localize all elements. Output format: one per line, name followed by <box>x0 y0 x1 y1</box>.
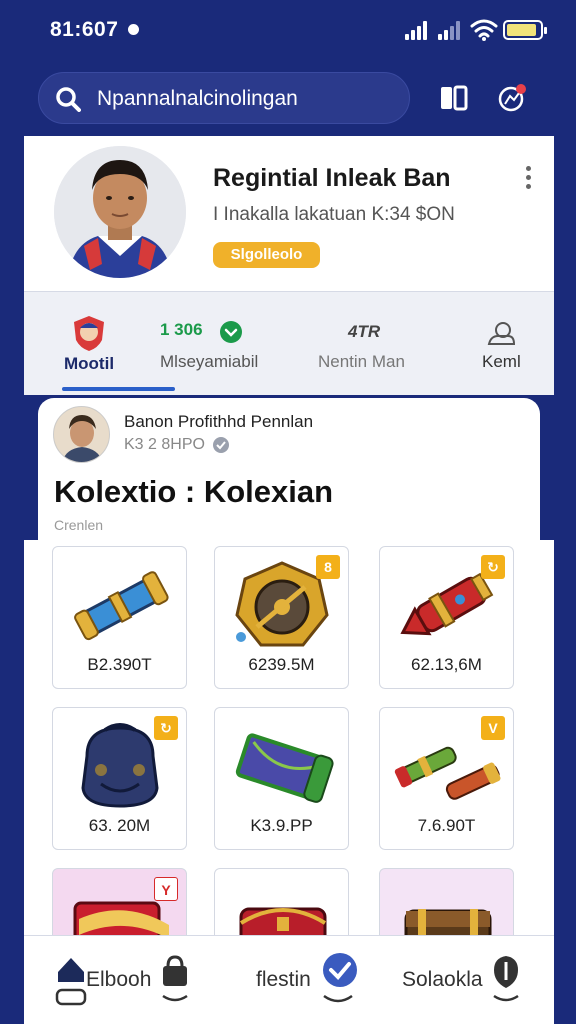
tab-nentin-man[interactable]: 4TR Nentin Man <box>318 292 428 392</box>
profile-subtitle: I Inakalla lakatuan K:34 $ON <box>213 204 455 225</box>
collection-title: Kolextio : Kolexian <box>54 474 334 509</box>
item-price: B2.390T <box>87 655 152 674</box>
item-card[interactable]: ↻ 62.13,6M <box>379 546 514 689</box>
owner-subtitle: K3 2 8HPO <box>124 436 205 453</box>
columns-icon[interactable] <box>438 82 470 114</box>
stats-tabs: Mootil 1 306 Mlseyamiabil 4TR Nentin Man… <box>24 291 554 395</box>
item-price: 63. 20M <box>88 816 151 835</box>
tab-value: 4TR <box>348 322 381 341</box>
search-input[interactable]: Npannalnalcinolingan <box>97 87 298 111</box>
tab-label: Nentin Man <box>318 352 405 371</box>
check-badge-icon <box>323 953 357 1003</box>
more-options-icon[interactable] <box>524 166 532 190</box>
tab-keml[interactable]: Keml <box>476 292 536 392</box>
nav-label: Solaokla <box>402 968 483 991</box>
nav-label: Elbooh <box>86 968 152 991</box>
nav-item-flestin[interactable]: flestin <box>256 936 386 1024</box>
notification-dot-icon <box>128 24 139 35</box>
owner-name: Banon Profithhd Pennlan <box>124 412 314 431</box>
wifi-icon <box>470 19 498 41</box>
signal-icon <box>405 20 431 40</box>
notification-bell-icon[interactable] <box>496 82 528 114</box>
item-card[interactable]: B2.390T <box>52 546 187 689</box>
item-badge: ↻ <box>481 555 505 579</box>
item-badge: Y <box>154 877 178 901</box>
nav-item-elbooh[interactable]: Elbooh <box>50 936 200 1024</box>
item-badge: 8 <box>316 555 340 579</box>
item-card[interactable]: K3.9.PP <box>214 707 349 850</box>
shield-crest-icon <box>74 316 104 351</box>
profile-outline-icon <box>487 322 516 345</box>
battery-icon <box>503 20 547 40</box>
tab-label: Mlseyamiabil <box>160 352 259 371</box>
blue-cannon-icon <box>74 571 169 641</box>
tab-value: 1 306 <box>160 320 203 339</box>
profile-avatar[interactable] <box>54 146 186 278</box>
green-scroll-icon <box>235 733 334 803</box>
signal-secondary-icon <box>438 20 464 40</box>
status-time: 81:607 <box>50 18 119 41</box>
nav-item-solaokla[interactable]: Solaokla <box>402 936 542 1024</box>
item-card[interactable]: 8 6239.5M <box>214 546 349 689</box>
item-price: 7.6.90T <box>417 816 476 835</box>
profile-card: Regintial Inleak Ban I Inakalla lakatuan… <box>24 136 554 291</box>
tab-mootil[interactable]: Mootil <box>54 292 164 392</box>
home-icon <box>55 958 87 1006</box>
item-price: K3.9.PP <box>250 816 313 835</box>
tab-label: Mootil <box>64 354 115 373</box>
item-price: 6239.5M <box>248 655 315 674</box>
lock-icon <box>162 955 188 1002</box>
search-icon <box>56 87 81 112</box>
item-card[interactable]: V 7.6.90T <box>379 707 514 850</box>
item-badge: V <box>481 716 505 740</box>
items-grid: B2.390T 8 6239.5M ↻ 62.13,6M ↻ 63. 20M K… <box>24 540 554 1011</box>
collection-subtitle: Crenlen <box>54 517 104 533</box>
owner-avatar[interactable] <box>53 406 110 463</box>
active-tab-indicator <box>62 387 175 391</box>
profile-status-badge: Slgolleolo <box>213 242 320 268</box>
item-card[interactable]: ↻ 63. 20M <box>52 707 187 850</box>
bottom-navigation: Elbooh flestin Solaokla <box>24 935 554 1024</box>
shield-icon <box>493 956 519 1002</box>
status-bar: 81:607 <box>0 0 576 60</box>
nav-label: flestin <box>256 968 311 991</box>
verified-check-icon <box>213 437 229 453</box>
item-price: 62.13,6M <box>411 655 482 674</box>
tab-mlseyamiabil[interactable]: 1 306 Mlseyamiabil <box>156 292 286 392</box>
tab-label: Keml <box>482 352 521 371</box>
trend-down-icon <box>220 321 242 343</box>
item-badge: ↻ <box>154 716 178 740</box>
search-bar[interactable]: Npannalnalcinolingan <box>38 72 410 124</box>
profile-name: Regintial Inleak Ban <box>213 164 451 192</box>
